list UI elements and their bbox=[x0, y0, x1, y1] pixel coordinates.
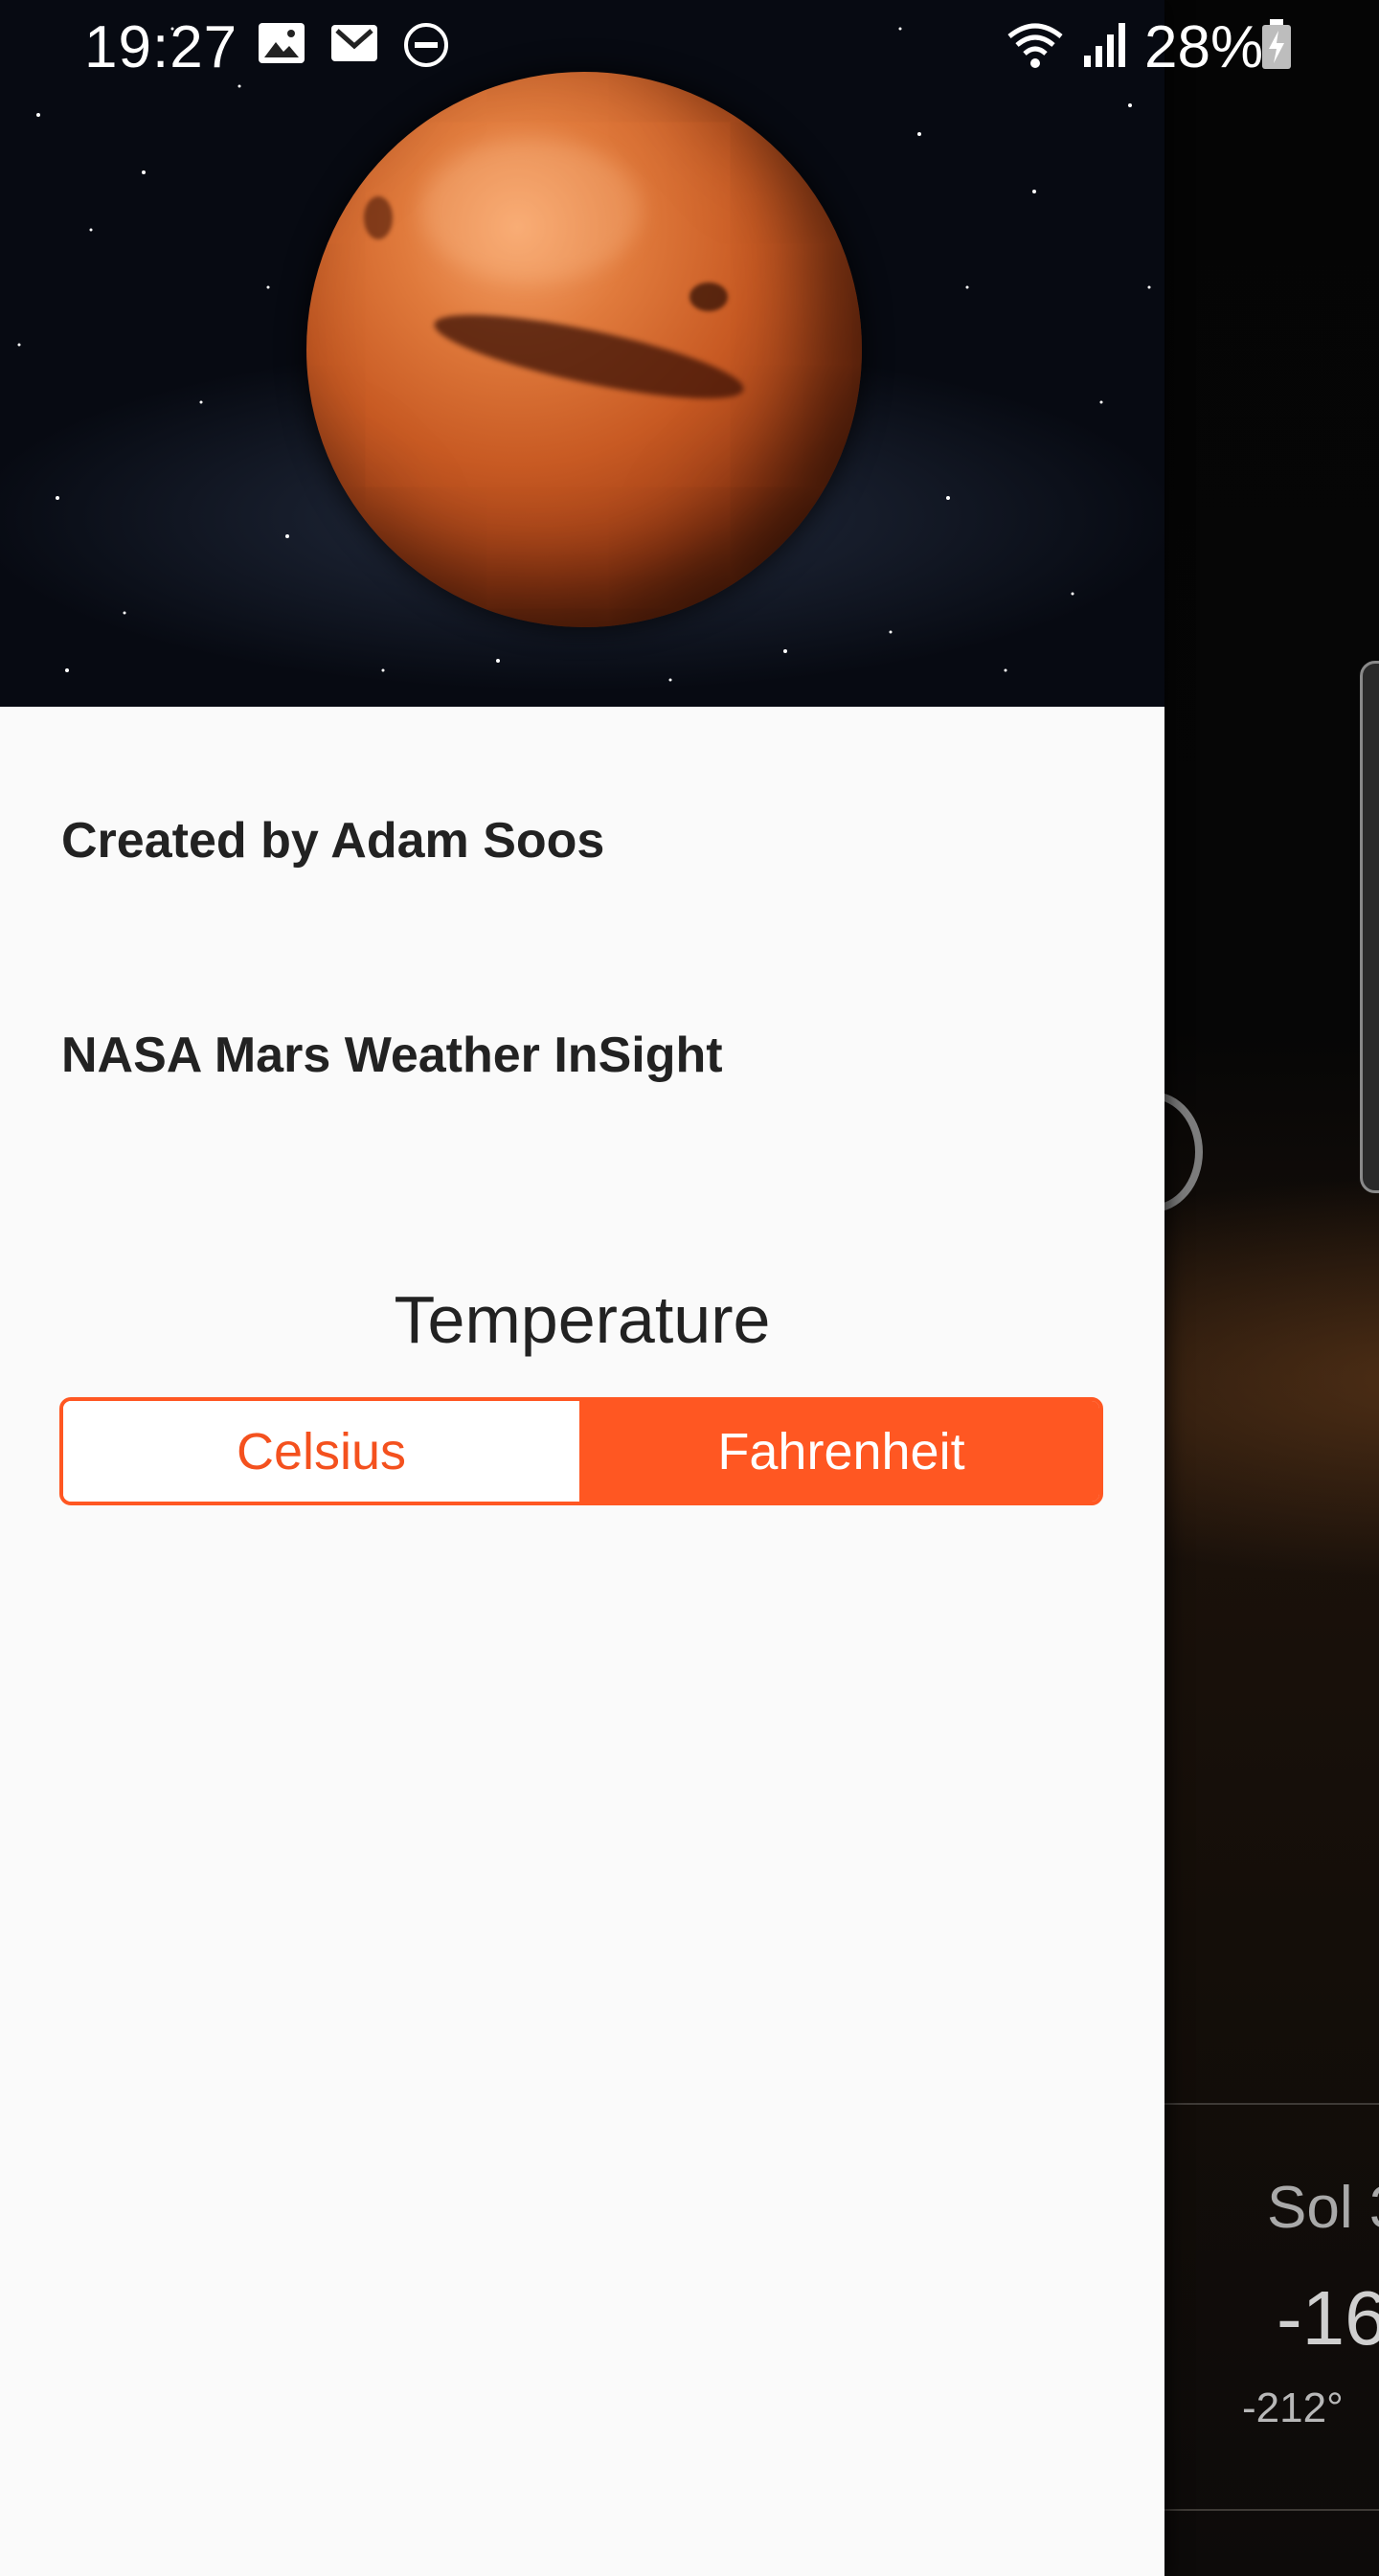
battery-charging-icon bbox=[1262, 19, 1291, 69]
fahrenheit-option[interactable]: Fahrenheit bbox=[583, 1401, 1099, 1502]
do-not-disturb-icon bbox=[404, 23, 448, 67]
temperature-title: Temperature bbox=[394, 1282, 771, 1357]
signal-icon bbox=[1084, 23, 1125, 67]
sol-label: Sol 3 bbox=[1267, 2175, 1379, 2241]
battery-percentage: 28% bbox=[1144, 14, 1264, 80]
gmail-icon bbox=[331, 25, 377, 61]
image-icon bbox=[259, 23, 305, 63]
mars-planet-image bbox=[306, 72, 862, 627]
navigation-drawer: Created by Adam Soos NASA Mars Weather I… bbox=[0, 0, 1164, 2576]
wifi-icon bbox=[1007, 23, 1063, 68]
status-time: 19:27 bbox=[84, 14, 238, 80]
sol-low-temperature: -212° bbox=[1242, 2384, 1344, 2431]
status-bar: 19:27 28% bbox=[0, 0, 1379, 86]
drawer-header bbox=[0, 0, 1164, 707]
divider bbox=[1164, 2509, 1379, 2511]
sol-temperature: -16 bbox=[1277, 2275, 1379, 2361]
data-source-label: NASA Mars Weather InSight bbox=[61, 1028, 723, 1083]
scroll-handle[interactable] bbox=[1360, 661, 1379, 1193]
divider bbox=[1164, 2103, 1379, 2105]
credit-label: Created by Adam Soos bbox=[61, 813, 605, 869]
celsius-option[interactable]: Celsius bbox=[63, 1401, 583, 1502]
temperature-unit-toggle: Celsius Fahrenheit bbox=[59, 1397, 1103, 1505]
